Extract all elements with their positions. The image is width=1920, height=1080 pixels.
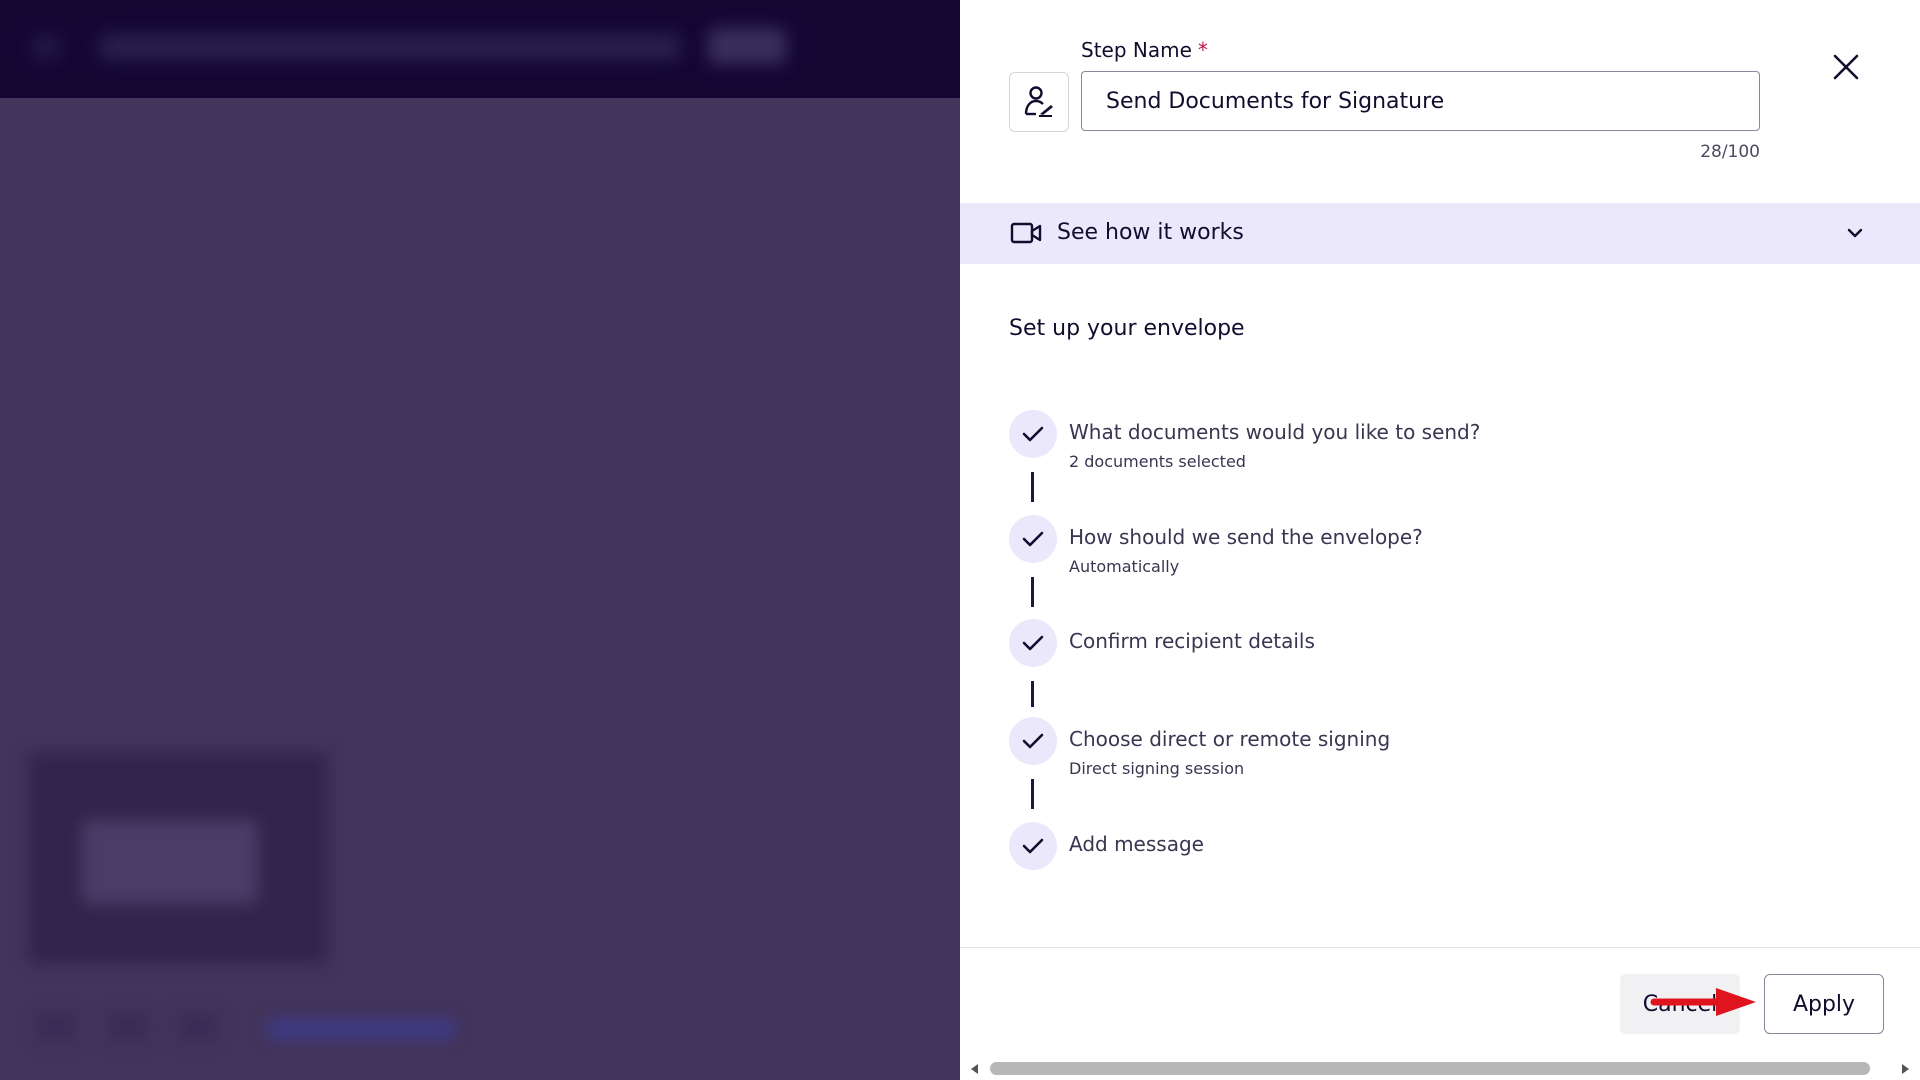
step-status — [1009, 717, 1057, 765]
step-subtitle: 2 documents selected — [1069, 452, 1246, 471]
background-card-inner — [82, 820, 258, 904]
step-title: Add message — [1069, 832, 1204, 856]
step-config-panel: Step Name* 28/100 See how it works Set u… — [960, 0, 1920, 1080]
see-how-it-works-toggle[interactable]: See how it works — [960, 203, 1920, 264]
step-status — [1009, 410, 1057, 458]
step-name-input[interactable] — [1081, 71, 1760, 131]
step-connector — [1031, 681, 1034, 707]
apply-button[interactable]: Apply — [1764, 974, 1884, 1034]
check-icon — [1022, 733, 1044, 749]
background-app — [0, 0, 960, 1080]
step-connector — [1031, 472, 1034, 502]
step-status — [1009, 822, 1057, 870]
close-button[interactable] — [1825, 46, 1867, 88]
step-title: How should we send the envelope? — [1069, 525, 1423, 549]
cancel-button[interactable]: Cancel — [1620, 974, 1740, 1034]
horizontal-scrollbar[interactable] — [960, 1058, 1920, 1080]
close-icon — [1833, 54, 1859, 80]
char-count: 28/100 — [1700, 142, 1760, 162]
check-icon — [1022, 635, 1044, 651]
check-icon — [1022, 531, 1044, 547]
step-icon-box — [1009, 72, 1069, 132]
see-how-it-works-label: See how it works — [1057, 220, 1244, 245]
step-name-label: Step Name * — [1081, 38, 1208, 62]
step-connector — [1031, 577, 1034, 607]
background-menu — [32, 36, 60, 58]
background-icon — [178, 1012, 218, 1042]
step-title: What documents would you like to send? — [1069, 420, 1481, 444]
background-link — [266, 1018, 456, 1040]
step-title: Choose direct or remote signing — [1069, 727, 1391, 751]
required-mark: * — [1197, 38, 1208, 62]
step-subtitle: Automatically — [1069, 557, 1180, 576]
step-status — [1009, 515, 1057, 563]
check-icon — [1022, 426, 1044, 442]
chevron-down-icon — [1847, 228, 1863, 238]
background-icon — [108, 1012, 148, 1042]
scroll-left-icon[interactable] — [970, 1064, 980, 1074]
person-sign-icon — [1024, 86, 1053, 117]
section-title: Set up your envelope — [1009, 316, 1245, 341]
background-button — [708, 28, 786, 64]
step-status — [1009, 619, 1057, 667]
step-name-label-text: Step Name — [1081, 38, 1192, 62]
step-subtitle: Direct signing session — [1069, 759, 1245, 778]
background-icon — [36, 1012, 76, 1042]
scrollbar-thumb[interactable] — [990, 1062, 1870, 1075]
scroll-right-icon[interactable] — [1900, 1064, 1910, 1074]
background-title — [100, 34, 680, 60]
check-icon — [1022, 838, 1044, 854]
video-camera-icon — [1010, 222, 1042, 244]
step-connector — [1031, 779, 1034, 809]
step-title: Confirm recipient details — [1069, 629, 1315, 653]
